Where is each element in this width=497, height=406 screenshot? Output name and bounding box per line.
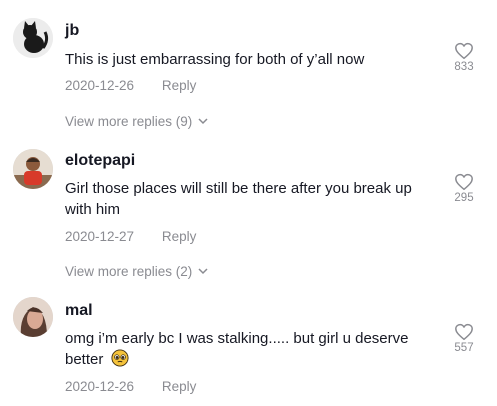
reply-button[interactable]: Reply [162, 379, 197, 394]
username[interactable]: elotepapi [65, 152, 135, 170]
heart-icon [455, 42, 473, 60]
comment-meta: 2020-12-26 Reply [65, 78, 196, 93]
avatar[interactable] [13, 149, 53, 189]
username[interactable]: jb [65, 22, 79, 40]
reply-button[interactable]: Reply [162, 229, 197, 244]
view-more-replies-button[interactable]: View more replies (2) [65, 264, 208, 279]
like-count: 833 [454, 61, 474, 73]
comment-meta: 2020-12-26 Reply [65, 379, 196, 394]
like-button[interactable]: 557 [446, 323, 482, 354]
comment-text: This is just embarrassing for both of y’… [65, 51, 365, 68]
pleading-face-emoji-icon [110, 349, 129, 367]
like-button[interactable]: 833 [446, 42, 482, 73]
chevron-down-icon [198, 118, 208, 125]
heart-icon [455, 323, 473, 341]
black-cat-avatar-icon [13, 18, 53, 58]
comment-date: 2020-12-26 [65, 379, 135, 394]
heart-icon [455, 173, 473, 191]
comment-text: Girl those places will still be there af… [65, 180, 412, 218]
view-more-replies-button[interactable]: View more replies (9) [65, 114, 208, 129]
chevron-down-icon [198, 268, 208, 275]
avatar[interactable] [13, 297, 53, 337]
comment-date: 2020-12-27 [65, 229, 135, 244]
like-count: 557 [454, 342, 474, 354]
person-avatar-icon [13, 149, 53, 189]
comment-date: 2020-12-26 [65, 78, 135, 93]
like-count: 295 [454, 192, 474, 204]
username[interactable]: mal [65, 302, 93, 320]
like-button[interactable]: 295 [446, 173, 482, 204]
reply-button[interactable]: Reply [162, 78, 197, 93]
view-more-replies-label: View more replies (2) [65, 264, 193, 279]
view-more-replies-label: View more replies (9) [65, 114, 193, 129]
selfie-avatar-icon [13, 297, 53, 337]
avatar[interactable] [13, 18, 53, 58]
comment-meta: 2020-12-27 Reply [65, 229, 196, 244]
comment-text: omg i’m early bc I was stalking..... but… [65, 328, 430, 370]
